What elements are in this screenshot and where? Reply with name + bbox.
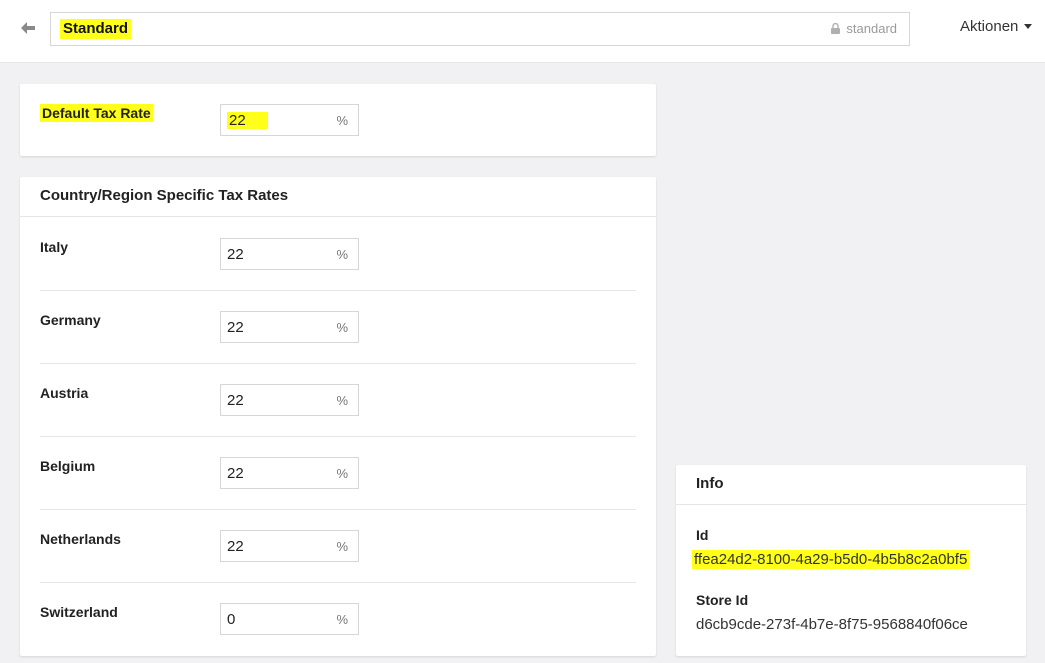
row-divider: [40, 582, 636, 583]
rate-input-germany[interactable]: 22 %: [220, 311, 359, 343]
default-tax-label-text: Default Tax Rate: [40, 104, 153, 122]
info-card: Info Id ffea24d2-8100-4a29-b5d0-4b5b8c2a…: [676, 465, 1026, 656]
default-tax-label: Default Tax Rate: [40, 104, 153, 122]
percent-sign: %: [336, 539, 348, 554]
country-tax-card: Country/Region Specific Tax Rates Italy …: [20, 177, 656, 656]
rate-input-italy[interactable]: 22 %: [220, 238, 359, 270]
country-label-austria: Austria: [40, 385, 89, 401]
country-tax-title: Country/Region Specific Tax Rates: [20, 177, 656, 217]
rate-value-austria: 22: [227, 392, 244, 409]
default-tax-value: 22: [227, 112, 268, 129]
percent-sign: %: [336, 393, 348, 408]
row-divider: [40, 363, 636, 364]
percent-sign: %: [336, 466, 348, 481]
lock-icon: [831, 23, 841, 34]
percent-sign: %: [336, 320, 348, 335]
rate-value-belgium: 22: [227, 465, 244, 482]
country-label-belgium: Belgium: [40, 458, 96, 474]
top-bar: Standard standard Aktionen: [0, 0, 1045, 63]
percent-sign: %: [336, 612, 348, 627]
rate-value-italy: 22: [227, 246, 244, 263]
id-value: ffea24d2-8100-4a29-b5d0-4b5b8c2a0bf5: [692, 550, 970, 569]
store-id-label: Store Id: [696, 592, 749, 608]
actions-label: Aktionen: [960, 18, 1019, 35]
country-label-italy: Italy: [40, 239, 69, 255]
rate-input-switzerland[interactable]: 0 %: [220, 603, 359, 635]
caret-down-icon: [1024, 24, 1033, 29]
country-label-switzerland: Switzerland: [40, 604, 118, 620]
back-button[interactable]: [16, 16, 40, 40]
id-label: Id: [696, 527, 709, 543]
id-value-text: ffea24d2-8100-4a29-b5d0-4b5b8c2a0bf5: [692, 550, 970, 569]
rate-value-germany: 22: [227, 319, 244, 336]
rate-value-switzerland: 0: [227, 611, 236, 628]
country-label-germany: Germany: [40, 312, 101, 328]
row-divider: [40, 509, 636, 510]
rate-input-netherlands[interactable]: 22 %: [220, 530, 359, 562]
percent-sign: %: [336, 113, 348, 128]
code-field: standard: [831, 21, 897, 36]
percent-sign: %: [336, 247, 348, 262]
code-value: standard: [846, 21, 897, 36]
row-divider: [40, 436, 636, 437]
title-field[interactable]: Standard standard: [50, 12, 910, 46]
title-value: Standard: [60, 19, 132, 39]
country-label-netherlands: Netherlands: [40, 531, 121, 547]
default-tax-input[interactable]: 22 %: [220, 104, 359, 136]
info-title: Info: [676, 465, 1026, 505]
rate-value-netherlands: 22: [227, 538, 244, 555]
rate-input-belgium[interactable]: 22 %: [220, 457, 359, 489]
actions-menu-button[interactable]: Aktionen: [960, 18, 1033, 35]
store-id-value: d6cb9cde-273f-4b7e-8f75-9568840f06ce: [696, 616, 968, 633]
rate-input-austria[interactable]: 22 %: [220, 384, 359, 416]
arrow-left-icon: [21, 22, 35, 34]
row-divider: [40, 290, 636, 291]
default-tax-card: Default Tax Rate 22 %: [20, 84, 656, 156]
